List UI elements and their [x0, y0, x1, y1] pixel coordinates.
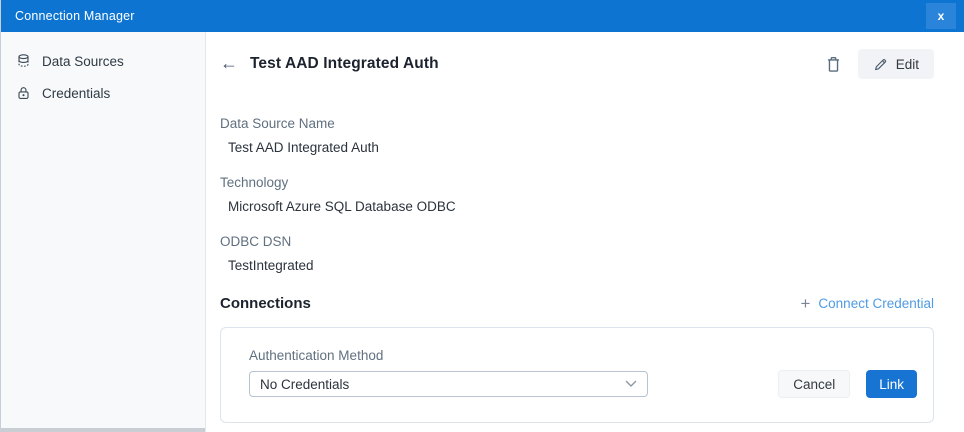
field-technology: Technology Microsoft Azure SQL Database …	[220, 175, 934, 214]
edit-button-label: Edit	[896, 57, 919, 72]
field-value: TestIntegrated	[228, 258, 934, 273]
connect-credential-label: Connect Credential	[818, 296, 934, 311]
cancel-button[interactable]: Cancel	[778, 370, 850, 398]
pencil-icon	[873, 57, 888, 72]
field-data-source-name: Data Source Name Test AAD Integrated Aut…	[220, 116, 934, 155]
plus-icon: +	[800, 295, 810, 312]
edit-button[interactable]: Edit	[858, 49, 934, 79]
header-actions: Edit	[825, 49, 934, 79]
card-buttons: Cancel Link	[778, 370, 917, 398]
card-row: No Credentials Cancel Link	[249, 370, 917, 398]
sidebar-item-label: Credentials	[42, 86, 110, 101]
field-label: ODBC DSN	[220, 234, 934, 249]
connections-header: Connections + Connect Credential	[220, 295, 934, 312]
chevron-down-icon	[625, 380, 637, 388]
page-title: Test AAD Integrated Auth	[250, 55, 439, 73]
sidebar-bottom-edge	[1, 428, 205, 432]
field-value: Test AAD Integrated Auth	[228, 140, 934, 155]
detail-fields: Data Source Name Test AAD Integrated Aut…	[220, 116, 934, 273]
sidebar-item-label: Data Sources	[42, 54, 124, 69]
delete-button[interactable]	[825, 55, 842, 74]
trash-icon	[825, 55, 842, 74]
detail-header: ← Test AAD Integrated Auth	[220, 48, 934, 80]
connection-card: Authentication Method No Credentials Can…	[220, 327, 934, 423]
link-button[interactable]: Link	[866, 370, 917, 398]
database-icon	[16, 53, 31, 69]
sidebar: Data Sources Credentials	[1, 32, 206, 432]
close-icon: x	[938, 10, 945, 22]
auth-method-selected-value: No Credentials	[260, 377, 349, 392]
sidebar-item-data-sources[interactable]: Data Sources	[1, 45, 205, 77]
auth-method-label: Authentication Method	[249, 348, 917, 363]
window-body: Data Sources Credentials ← Test AAD Inte…	[1, 32, 964, 432]
field-label: Data Source Name	[220, 116, 934, 131]
titlebar: Connection Manager x	[1, 0, 964, 32]
back-arrow-icon[interactable]: ←	[220, 54, 242, 74]
connect-credential-link[interactable]: + Connect Credential	[800, 295, 934, 312]
sidebar-item-credentials[interactable]: Credentials	[1, 77, 205, 109]
close-button[interactable]: x	[926, 3, 956, 29]
field-odbc-dsn: ODBC DSN TestIntegrated	[220, 234, 934, 273]
window-title: Connection Manager	[15, 9, 135, 23]
auth-method-select[interactable]: No Credentials	[249, 371, 648, 397]
field-value: Microsoft Azure SQL Database ODBC	[228, 199, 934, 214]
field-label: Technology	[220, 175, 934, 190]
connections-heading: Connections	[220, 295, 311, 312]
connection-manager-window: Connection Manager x Data Sources	[0, 0, 964, 432]
lock-icon	[16, 85, 31, 101]
main-panel: ← Test AAD Integrated Auth	[206, 32, 964, 432]
